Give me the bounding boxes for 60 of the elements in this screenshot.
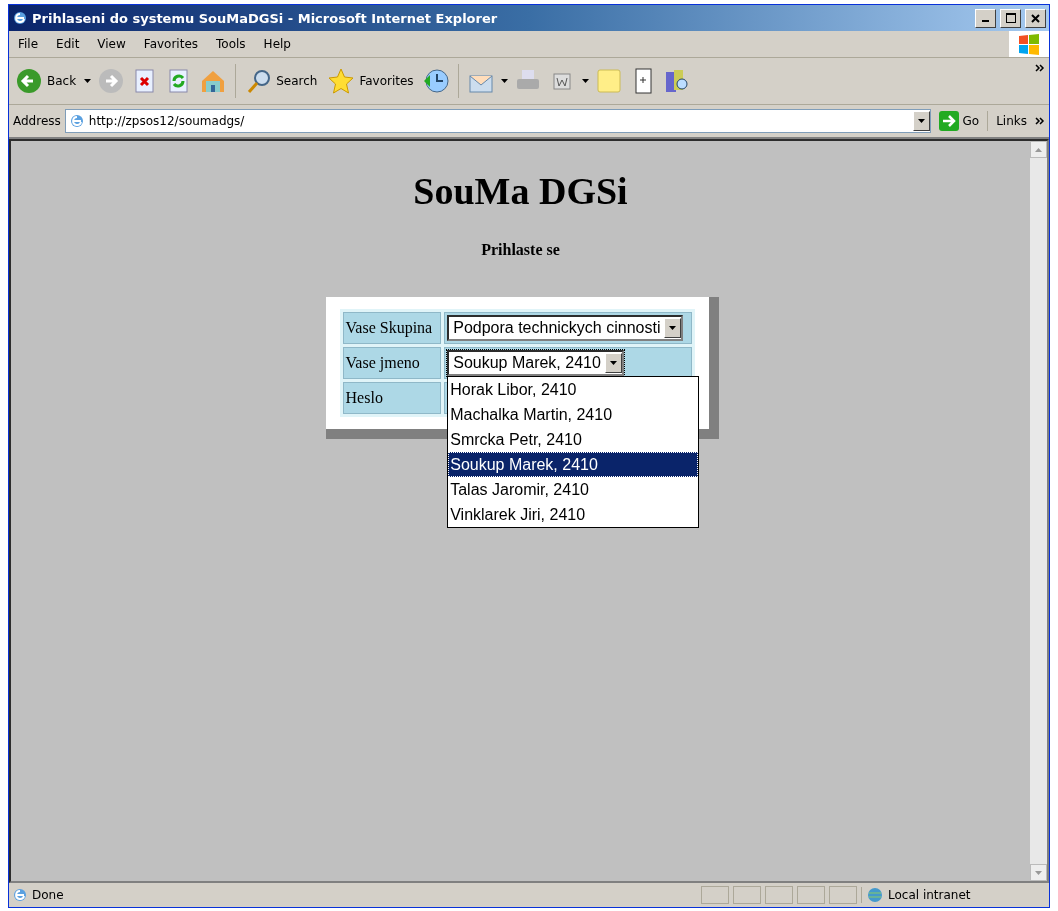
dropdown-option[interactable]: Vinklarek Jiri, 2410 [448,502,699,527]
field-label: Vase jmeno [342,347,442,379]
menu-item[interactable]: Tools [207,37,255,51]
caret-icon [609,361,617,365]
dropdown-option[interactable]: Talas Jaromir, 2410 [448,477,699,502]
page-subheading: Prihlaste se [481,241,560,259]
globe-icon [866,887,884,903]
page-heading: SouMa DGSi [413,169,628,213]
page-icon [12,887,28,903]
up-arrow-icon [1035,147,1042,152]
minimize-button[interactable] [975,8,996,28]
browser-icon [12,10,28,26]
window-title: Prihlaseni do systemu SouMaDGSi - Microsoft Internet Explorer [32,10,499,26]
maximize-button[interactable] [1000,8,1021,28]
select-field[interactable]: Podpora technickych cinnosti [447,315,684,341]
status-pane [797,886,825,904]
field-label: Heslo [342,382,442,414]
favorites-button[interactable]: Favorites [325,65,416,97]
caret-icon [917,119,925,123]
menu-item[interactable]: File [9,37,48,51]
dropdown-option[interactable]: Machalka Martin, 2410 [448,402,699,427]
star-icon [327,67,356,95]
dropdown-option[interactable]: Horak Libor, 2410 [448,377,699,402]
caret-icon [669,326,677,330]
dropdown-button[interactable] [912,111,930,131]
status-pane [765,886,793,904]
scroll-up-button[interactable] [1030,141,1047,158]
down-arrow-icon [1035,870,1042,875]
select-field[interactable]: Soukup Marek, 2410 [447,350,624,376]
address-field[interactable]: http://zpsos12/soumadgs/ [64,109,931,133]
status-text: Done [32,888,64,902]
zone-text: Local intranet [888,888,971,902]
menu-item[interactable]: Help [254,37,300,51]
scroll-down-button[interactable] [1030,864,1047,881]
dropdown-option[interactable]: Smrcka Petr, 2410 [448,427,699,452]
menu-item[interactable]: Edit [47,37,89,51]
search-button[interactable]: Search [244,65,320,97]
windows-flag-icon [1009,31,1049,57]
dropdown-option[interactable]: Soukup Marek, 2410 [448,452,699,477]
menu-item[interactable]: Favorites [134,37,208,51]
maximize-icon [1005,13,1016,23]
chevron-icon[interactable] [1035,117,1045,125]
arrow-icon [938,111,959,131]
back-button[interactable]: Back [13,65,79,97]
address-label: Address [13,114,61,128]
status-pane [701,886,729,904]
caret-icon [581,79,589,83]
caret-icon [500,79,508,83]
caret-icon [84,79,92,83]
status-pane [733,886,761,904]
page-icon [68,113,85,129]
search-icon [246,67,273,95]
go-button[interactable]: Go [934,111,989,131]
menu-item[interactable]: View [88,37,135,51]
close-icon [1031,13,1040,23]
field-label: Vase Skupina [342,312,442,344]
close-button[interactable] [1025,8,1046,28]
status-pane [829,886,857,904]
links-button[interactable]: Links [992,114,1031,128]
chevron-icon[interactable] [1035,64,1045,72]
